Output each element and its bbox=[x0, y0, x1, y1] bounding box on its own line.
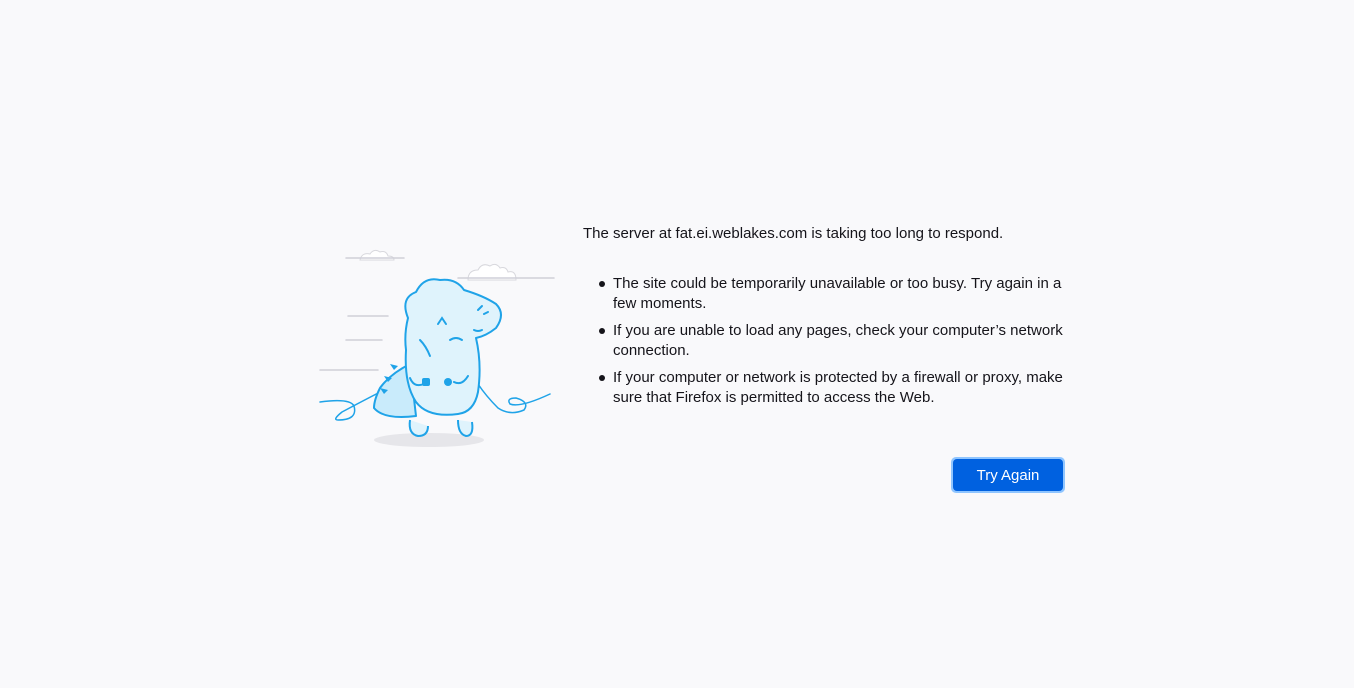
list-item: If your computer or network is protected… bbox=[583, 368, 1065, 408]
reason-text: If you are unable to load any pages, che… bbox=[613, 322, 1063, 359]
list-item: If you are unable to load any pages, che… bbox=[583, 321, 1065, 361]
reason-text: The site could be temporarily unavailabl… bbox=[613, 275, 1062, 312]
bullet-icon bbox=[599, 375, 605, 381]
reason-text: If your computer or network is protected… bbox=[613, 369, 1063, 406]
list-item: The site could be temporarily unavailabl… bbox=[583, 274, 1065, 314]
try-again-button[interactable]: Try Again bbox=[953, 459, 1063, 491]
bullet-icon bbox=[599, 328, 605, 334]
error-content: The server at fat.ei.weblakes.com is tak… bbox=[583, 224, 1065, 415]
unplugged-dino-icon bbox=[319, 249, 555, 447]
bullet-icon bbox=[599, 281, 605, 287]
error-title: The server at fat.ei.weblakes.com is tak… bbox=[583, 225, 1004, 242]
error-page: The server at fat.ei.weblakes.com is tak… bbox=[0, 0, 1354, 688]
cloud-icon bbox=[359, 249, 517, 281]
error-reasons-list: The site could be temporarily unavailabl… bbox=[583, 274, 1065, 408]
try-again-focus-ring: Try Again bbox=[951, 457, 1065, 493]
